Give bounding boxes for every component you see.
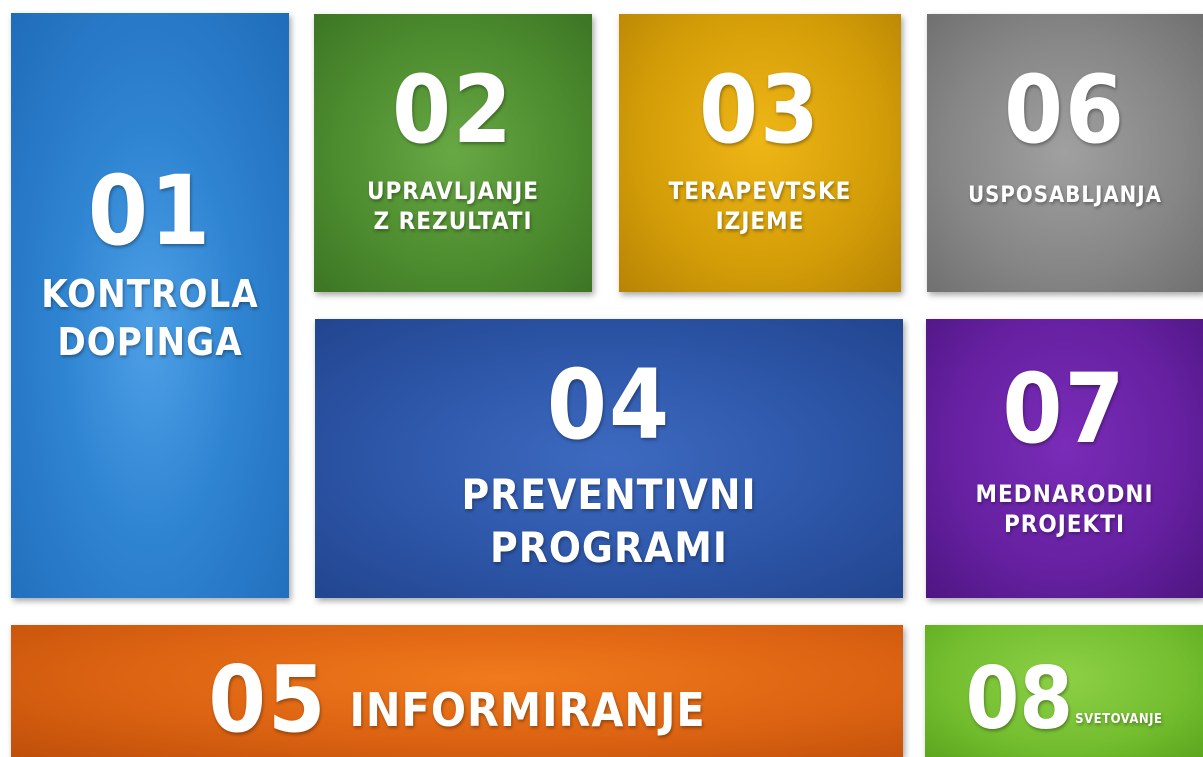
tile-label-line: PROGRAMI bbox=[490, 522, 728, 572]
tile-number: 03 bbox=[699, 56, 821, 165]
tile-svetovanje[interactable]: 08 SVETOVANJE bbox=[925, 625, 1203, 757]
tile-label: PREVENTIVNI PROGRAMI bbox=[315, 469, 903, 574]
tile-label-line: Z REZULTATI bbox=[373, 207, 533, 235]
tile-label-line: TERAPEVTSKE bbox=[668, 177, 852, 205]
tile-number: 05 bbox=[208, 646, 328, 753]
tile-label: SVETOVANJE bbox=[1075, 711, 1163, 727]
tile-label-line: PROJEKTI bbox=[1003, 510, 1126, 538]
tile-label-line: UPRAVLJANJE bbox=[366, 177, 540, 205]
tile-number: 02 bbox=[392, 56, 514, 165]
tile-label: TERAPEVTSKE IZJEME bbox=[619, 176, 901, 236]
tile-number: 04 bbox=[546, 349, 672, 461]
tile-preventivni-programi[interactable]: 04 PREVENTIVNI PROGRAMI bbox=[315, 319, 903, 598]
tile-informiranje[interactable]: 05 INFORMIRANJE bbox=[11, 625, 903, 757]
tile-label: UPRAVLJANJE Z REZULTATI bbox=[314, 176, 592, 236]
tile-mednarodni-projekti[interactable]: 07 MEDNARODNI PROJEKTI bbox=[926, 319, 1203, 598]
tile-label-line: KONTROLA bbox=[41, 272, 259, 316]
tile-label: INFORMIRANJE bbox=[349, 683, 706, 738]
tile-label-line: PREVENTIVNI bbox=[461, 470, 757, 519]
tile-label-line: MEDNARODNI bbox=[975, 480, 1154, 508]
tile-usposabljanja[interactable]: 06 USPOSABLJANJA bbox=[927, 14, 1203, 292]
tile-number: 08 bbox=[965, 649, 1074, 749]
tile-label: MEDNARODNI PROJEKTI bbox=[926, 479, 1203, 539]
tile-label: KONTROLA DOPINGA bbox=[11, 271, 289, 366]
tile-upravljanje-z-rezultati[interactable]: 02 UPRAVLJANJE Z REZULTATI bbox=[314, 14, 592, 292]
tile-number: 07 bbox=[1002, 353, 1127, 465]
tile-number: 01 bbox=[87, 155, 213, 267]
tile-kontrola-dopinga[interactable]: 01 KONTROLA DOPINGA bbox=[11, 13, 289, 598]
tile-number: 06 bbox=[1004, 56, 1126, 165]
tile-label-line: IZJEME bbox=[715, 207, 805, 235]
tile-terapevtske-izjeme[interactable]: 03 TERAPEVTSKE IZJEME bbox=[619, 14, 901, 292]
tile-label-line: DOPINGA bbox=[57, 319, 243, 364]
tile-label: USPOSABLJANJA bbox=[968, 183, 1162, 208]
